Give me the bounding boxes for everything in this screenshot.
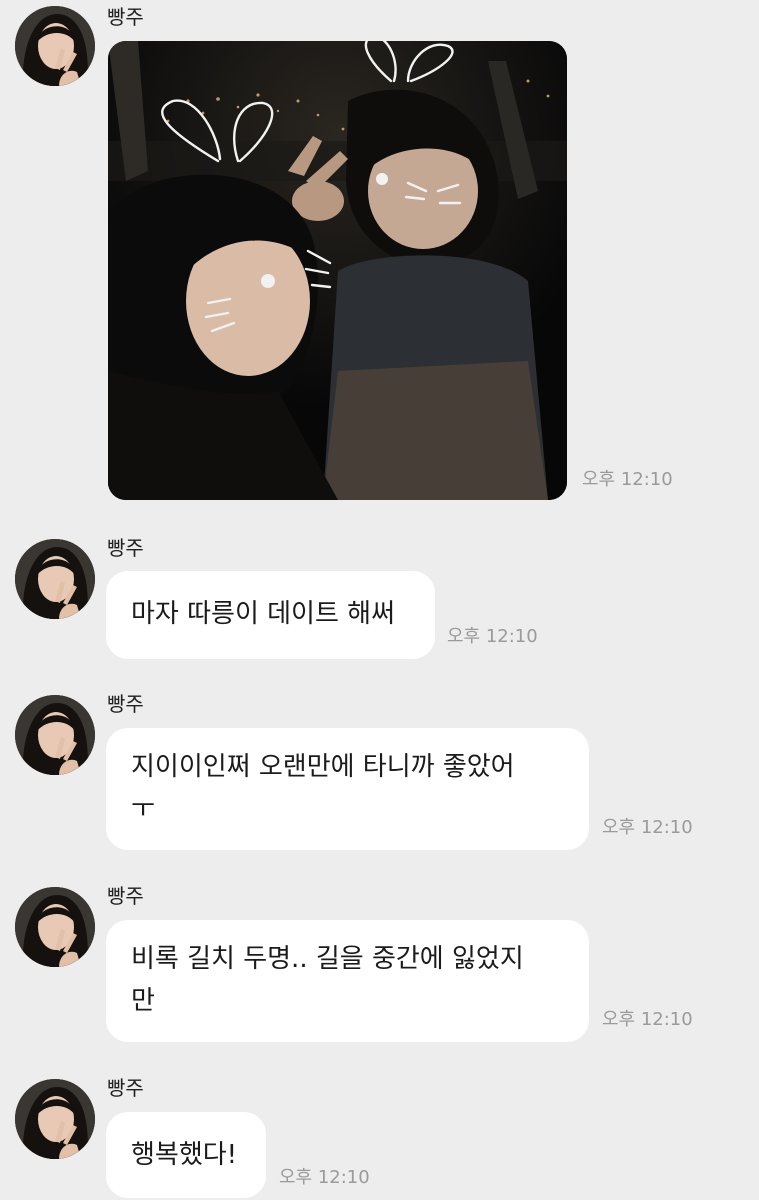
avatar[interactable]	[15, 887, 95, 967]
message-text: 비록 길치 두명.. 길을 중간에 잃었지	[131, 944, 524, 974]
sender-name: 빵주	[107, 536, 144, 560]
sender-name: 빵주	[107, 5, 144, 29]
avatar[interactable]	[15, 539, 95, 619]
message-bubble[interactable]: 비록 길치 두명.. 길을 중간에 잃었지 만	[106, 920, 589, 1042]
sender-name: 빵주	[107, 884, 144, 908]
avatar-photo-icon	[15, 539, 95, 619]
night-selfie-photo-icon	[108, 41, 567, 500]
avatar[interactable]	[15, 6, 95, 86]
message-row: 빵주 행복했다! 오후 12:10	[0, 1070, 759, 1200]
photo-attachment[interactable]	[108, 41, 567, 500]
message-row: 빵주 비록 길치 두명.. 길을 중간에 잃었지 만 오후 12:10	[0, 878, 759, 1048]
message-bubble[interactable]: 지이이인쩌 오랜만에 타니까 좋았어 ㅜ	[106, 728, 589, 850]
avatar-photo-icon	[15, 887, 95, 967]
avatar-photo-icon	[15, 1079, 95, 1159]
timestamp: 오후 12:10	[602, 1009, 693, 1030]
message-text: 지이이인쩌 오랜만에 타니까 좋았어	[131, 752, 515, 782]
avatar-photo-icon	[15, 695, 95, 775]
timestamp: 오후 12:10	[582, 469, 673, 490]
message-row: 빵주 오후 12:10	[0, 0, 759, 505]
message-text: ㅜ	[131, 794, 155, 824]
avatar[interactable]	[15, 695, 95, 775]
message-text: 행복했다!	[131, 1140, 238, 1170]
avatar-photo-icon	[15, 6, 95, 86]
sender-name: 빵주	[107, 692, 144, 716]
message-row: 빵주 마자 따릉이 데이트 해써 오후 12:10	[0, 530, 759, 670]
message-text: 마자 따릉이 데이트 해써	[131, 599, 395, 629]
message-row: 빵주 지이이인쩌 오랜만에 타니까 좋았어 ㅜ 오후 12:10	[0, 686, 759, 856]
message-text: 만	[131, 986, 155, 1016]
message-bubble[interactable]: 마자 따릉이 데이트 해써	[106, 571, 435, 659]
timestamp: 오후 12:10	[602, 817, 693, 838]
timestamp: 오후 12:10	[279, 1167, 370, 1188]
timestamp: 오후 12:10	[447, 626, 538, 647]
message-bubble[interactable]: 행복했다!	[106, 1112, 266, 1198]
avatar[interactable]	[15, 1079, 95, 1159]
sender-name: 빵주	[107, 1076, 144, 1100]
